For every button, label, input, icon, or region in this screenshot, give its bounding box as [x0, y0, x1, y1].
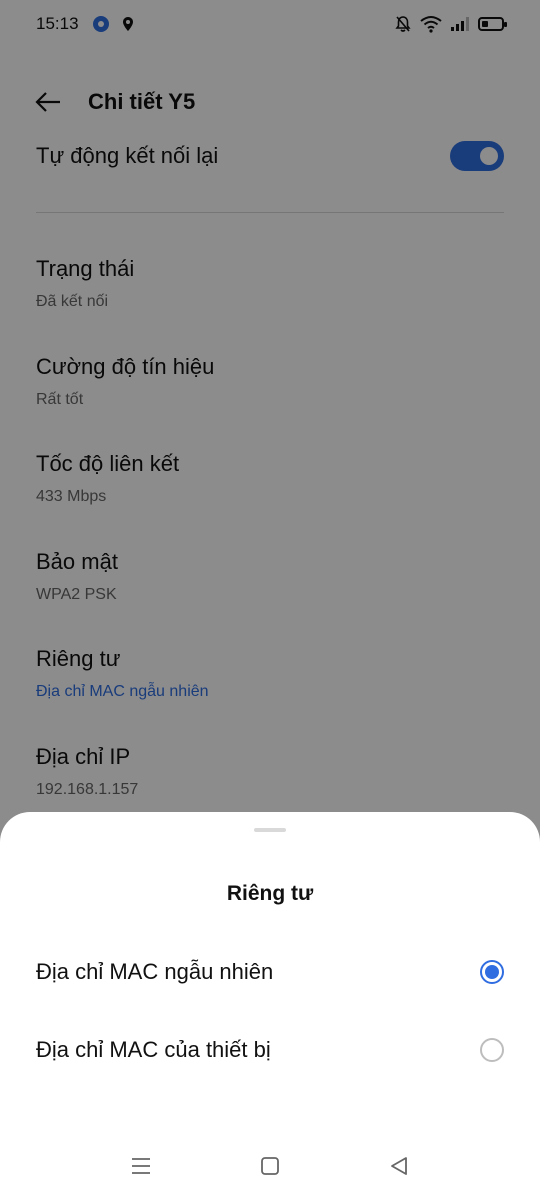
menu-icon: [132, 1158, 150, 1174]
back-triangle-icon: [391, 1157, 407, 1175]
sheet-drag-handle[interactable]: [254, 828, 286, 832]
option-device-mac[interactable]: Địa chỉ MAC của thiết bị: [36, 1030, 504, 1070]
sheet-title: Riêng tư: [226, 882, 314, 905]
radio-unselected[interactable]: [480, 1038, 504, 1062]
option-label: Địa chỉ MAC ngẫu nhiên: [36, 959, 274, 984]
option-random-mac[interactable]: Địa chỉ MAC ngẫu nhiên: [36, 952, 504, 992]
navigation-bar: [0, 1140, 540, 1194]
recents-button[interactable]: [129, 1154, 153, 1178]
nav-back-button[interactable]: [387, 1154, 411, 1178]
home-icon: [261, 1157, 279, 1175]
privacy-bottom-sheet: Riêng tư Địa chỉ MAC ngẫu nhiên Địa chỉ …: [0, 812, 540, 1200]
radio-selected[interactable]: [480, 960, 504, 984]
home-button[interactable]: [258, 1154, 282, 1178]
option-label: Địa chỉ MAC của thiết bị: [36, 1037, 271, 1062]
